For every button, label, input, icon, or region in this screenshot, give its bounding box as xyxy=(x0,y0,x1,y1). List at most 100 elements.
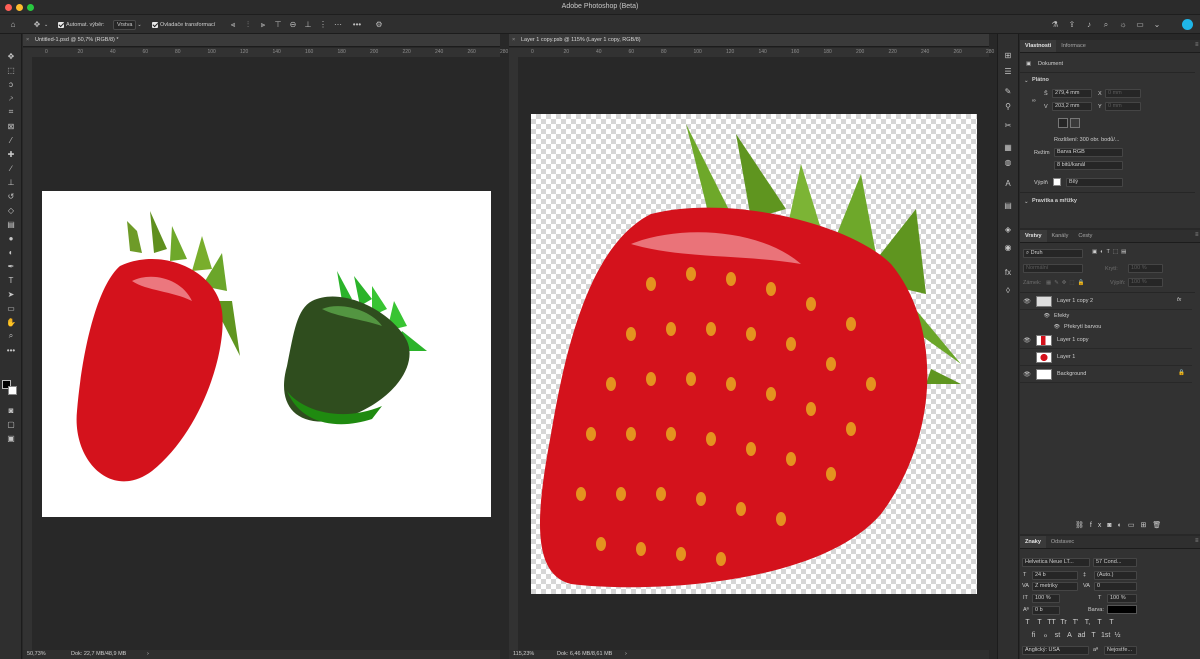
type-style-button[interactable]: Tr xyxy=(1059,618,1068,628)
leading-field[interactable]: (Auto.) xyxy=(1094,571,1137,580)
mode-dropdown[interactable]: Barva RGB xyxy=(1054,148,1123,157)
eraser-tool-icon[interactable]: ◇ xyxy=(3,204,19,216)
sliders-icon[interactable]: ☰ xyxy=(999,64,1017,78)
fx-icon[interactable]: fx xyxy=(1090,522,1107,529)
layer-row[interactable]: 👁 Layer 1 copy 2 fx xyxy=(1020,293,1192,310)
visibility-eye-icon[interactable]: 👁 xyxy=(1020,371,1034,378)
zoom-level[interactable]: 115,23% xyxy=(513,650,534,659)
chevron-down-icon[interactable]: ⌄ xyxy=(1024,78,1029,84)
blur-tool-icon[interactable]: ● xyxy=(3,232,19,244)
x-field[interactable]: 0 mm xyxy=(1105,89,1141,98)
tab-info[interactable]: Informace xyxy=(1056,40,1090,52)
opentype-button[interactable]: ½ xyxy=(1113,631,1122,641)
align-vcenter-icon[interactable]: ⊖ xyxy=(288,20,298,30)
layer-filter-dropdown[interactable]: ⌕ Druh xyxy=(1023,249,1083,258)
bit-depth-dropdown[interactable]: 8 bitů/kanál xyxy=(1054,161,1123,170)
layer-name[interactable]: Background xyxy=(1057,371,1086,377)
tracking-field[interactable]: 0 xyxy=(1094,582,1137,591)
move-tool-icon[interactable]: ✥ xyxy=(3,50,19,62)
opentype-button[interactable]: fi xyxy=(1029,631,1038,641)
blend-mode-dropdown[interactable]: Normální xyxy=(1023,264,1083,273)
more-options-icon[interactable]: ••• xyxy=(352,20,362,30)
workspace-icon[interactable]: ▭ xyxy=(1135,20,1145,30)
transparent-canvas[interactable] xyxy=(531,114,977,594)
vertical-scale-field[interactable]: 100 % xyxy=(1032,594,1060,603)
lightbulb-icon[interactable]: ☼ xyxy=(1118,20,1128,30)
visibility-eye-icon[interactable]: 👁 xyxy=(1020,298,1034,305)
type-style-button[interactable]: T xyxy=(1023,618,1032,628)
height-field[interactable]: 203,2 mm xyxy=(1052,102,1092,111)
quick-mask-icon[interactable]: ◙ xyxy=(3,404,19,416)
opentype-button[interactable]: T xyxy=(1089,631,1098,641)
fill-field[interactable]: 100 % xyxy=(1128,278,1163,287)
tab-paths[interactable]: Cesty xyxy=(1073,230,1097,242)
libraries-icon[interactable]: ▦ xyxy=(999,140,1017,154)
crop-tool-icon[interactable]: ⌗ xyxy=(3,106,19,118)
font-size-field[interactable]: 24 b xyxy=(1032,571,1078,580)
link-layers-icon[interactable]: ⛓ xyxy=(1075,522,1090,529)
landscape-orientation-icon[interactable] xyxy=(1070,118,1080,128)
layer-name[interactable]: Layer 1 copy 2 xyxy=(1057,298,1093,304)
adjustment-layer-icon[interactable]: ◐ xyxy=(1118,522,1128,529)
auto-select-dropdown[interactable]: Vrstva xyxy=(113,19,137,30)
visibility-eye-icon[interactable]: 👁 xyxy=(1020,313,1050,319)
screen-mode-icon[interactable]: ▢ xyxy=(3,418,19,430)
shape-tool-icon[interactable]: ▭ xyxy=(3,302,19,314)
add-mask-icon[interactable]: ◙ xyxy=(1107,522,1117,529)
effects-row[interactable]: 👁 Efekty xyxy=(1020,310,1192,321)
eyedropper-tool-icon[interactable]: ⁄ xyxy=(3,134,19,146)
opentype-button[interactable]: 1st xyxy=(1101,631,1110,641)
layer-row[interactable]: 👁 Background 🔒 xyxy=(1020,366,1192,383)
object-select-tool-icon[interactable]: ⸕ xyxy=(3,92,19,104)
document-2-tab[interactable]: × Layer 1 copy.psb @ 115% (Layer 1 copy,… xyxy=(509,34,989,47)
brush-settings-icon[interactable]: ✎ xyxy=(999,84,1017,98)
type-style-button[interactable]: T' xyxy=(1071,618,1080,628)
scissors-icon[interactable]: ✂ xyxy=(999,118,1017,132)
layer-row[interactable]: 👁 Layer 1 copy xyxy=(1020,332,1192,349)
swatches-icon[interactable]: ◍ xyxy=(999,155,1017,169)
close-tab-icon[interactable]: × xyxy=(26,34,29,46)
tab-character[interactable]: Znaky xyxy=(1020,536,1046,548)
lock-icons[interactable]: ▦✎✥⬚🔒 xyxy=(1046,280,1087,286)
layer-name[interactable]: Layer 1 copy xyxy=(1057,337,1089,343)
move-tool-icon[interactable]: ✥ xyxy=(32,20,42,30)
opentype-button[interactable]: ℴ xyxy=(1041,631,1050,641)
text-color-swatch[interactable] xyxy=(1107,605,1137,614)
align-bottom-icon[interactable]: ⊥ xyxy=(303,20,313,30)
horizontal-scale-field[interactable]: 100 % xyxy=(1107,594,1137,603)
y-field[interactable]: 0 mm xyxy=(1105,102,1141,111)
tab-properties[interactable]: Vlastnosti xyxy=(1020,40,1057,52)
chevron-right-icon[interactable]: › xyxy=(625,650,627,659)
marquee-tool-icon[interactable]: ⬚ xyxy=(3,64,19,76)
opacity-field[interactable]: 100 % xyxy=(1128,264,1163,273)
canvas-area[interactable] xyxy=(32,57,500,650)
gradient-tool-icon[interactable]: ▤ xyxy=(3,218,19,230)
tab-channels[interactable]: Kanály xyxy=(1047,230,1074,242)
table-icon[interactable]: ▤ xyxy=(999,198,1017,212)
language-dropdown[interactable]: Anglický: USA xyxy=(1022,646,1089,655)
align-right-icon[interactable]: ⫸ xyxy=(258,20,268,30)
align-left-icon[interactable]: ⫷ xyxy=(228,20,238,30)
chevron-down-icon[interactable]: ⌄ xyxy=(1152,20,1162,30)
color-overlay-row[interactable]: 👁 Překrytí barvou xyxy=(1020,321,1192,332)
clone-source-icon[interactable]: ⚲ xyxy=(999,99,1017,113)
link-icon[interactable]: ∞ xyxy=(1032,98,1036,104)
type-style-button[interactable]: T, xyxy=(1083,618,1092,628)
close-tab-icon[interactable]: × xyxy=(512,34,515,46)
distribute-icon[interactable]: ⋮ xyxy=(318,20,328,30)
pen-tool-icon[interactable]: ✒ xyxy=(3,260,19,272)
generative-icon[interactable]: ▣ xyxy=(3,432,19,444)
anti-alias-dropdown[interactable]: Nejostře... xyxy=(1104,646,1137,655)
hand-tool-icon[interactable]: ✋ xyxy=(3,316,19,328)
font-style-dropdown[interactable]: 57 Cond... xyxy=(1093,558,1137,567)
font-family-dropdown[interactable]: Helvetica Neue LT... xyxy=(1022,558,1090,567)
new-group-icon[interactable]: ▭ xyxy=(1128,522,1141,529)
layer-row[interactable]: ▫ Layer 1 xyxy=(1020,349,1192,366)
layer-name[interactable]: Layer 1 xyxy=(1057,354,1075,360)
chevron-down-icon[interactable]: ⌄ xyxy=(44,22,48,28)
visibility-eye-icon[interactable]: ▫ xyxy=(1020,354,1034,360)
type-style-button[interactable]: T xyxy=(1095,618,1104,628)
fill-dropdown[interactable]: Bílý xyxy=(1066,178,1123,187)
portrait-orientation-icon[interactable] xyxy=(1058,118,1068,128)
width-field[interactable]: 279,4 mm xyxy=(1052,89,1092,98)
